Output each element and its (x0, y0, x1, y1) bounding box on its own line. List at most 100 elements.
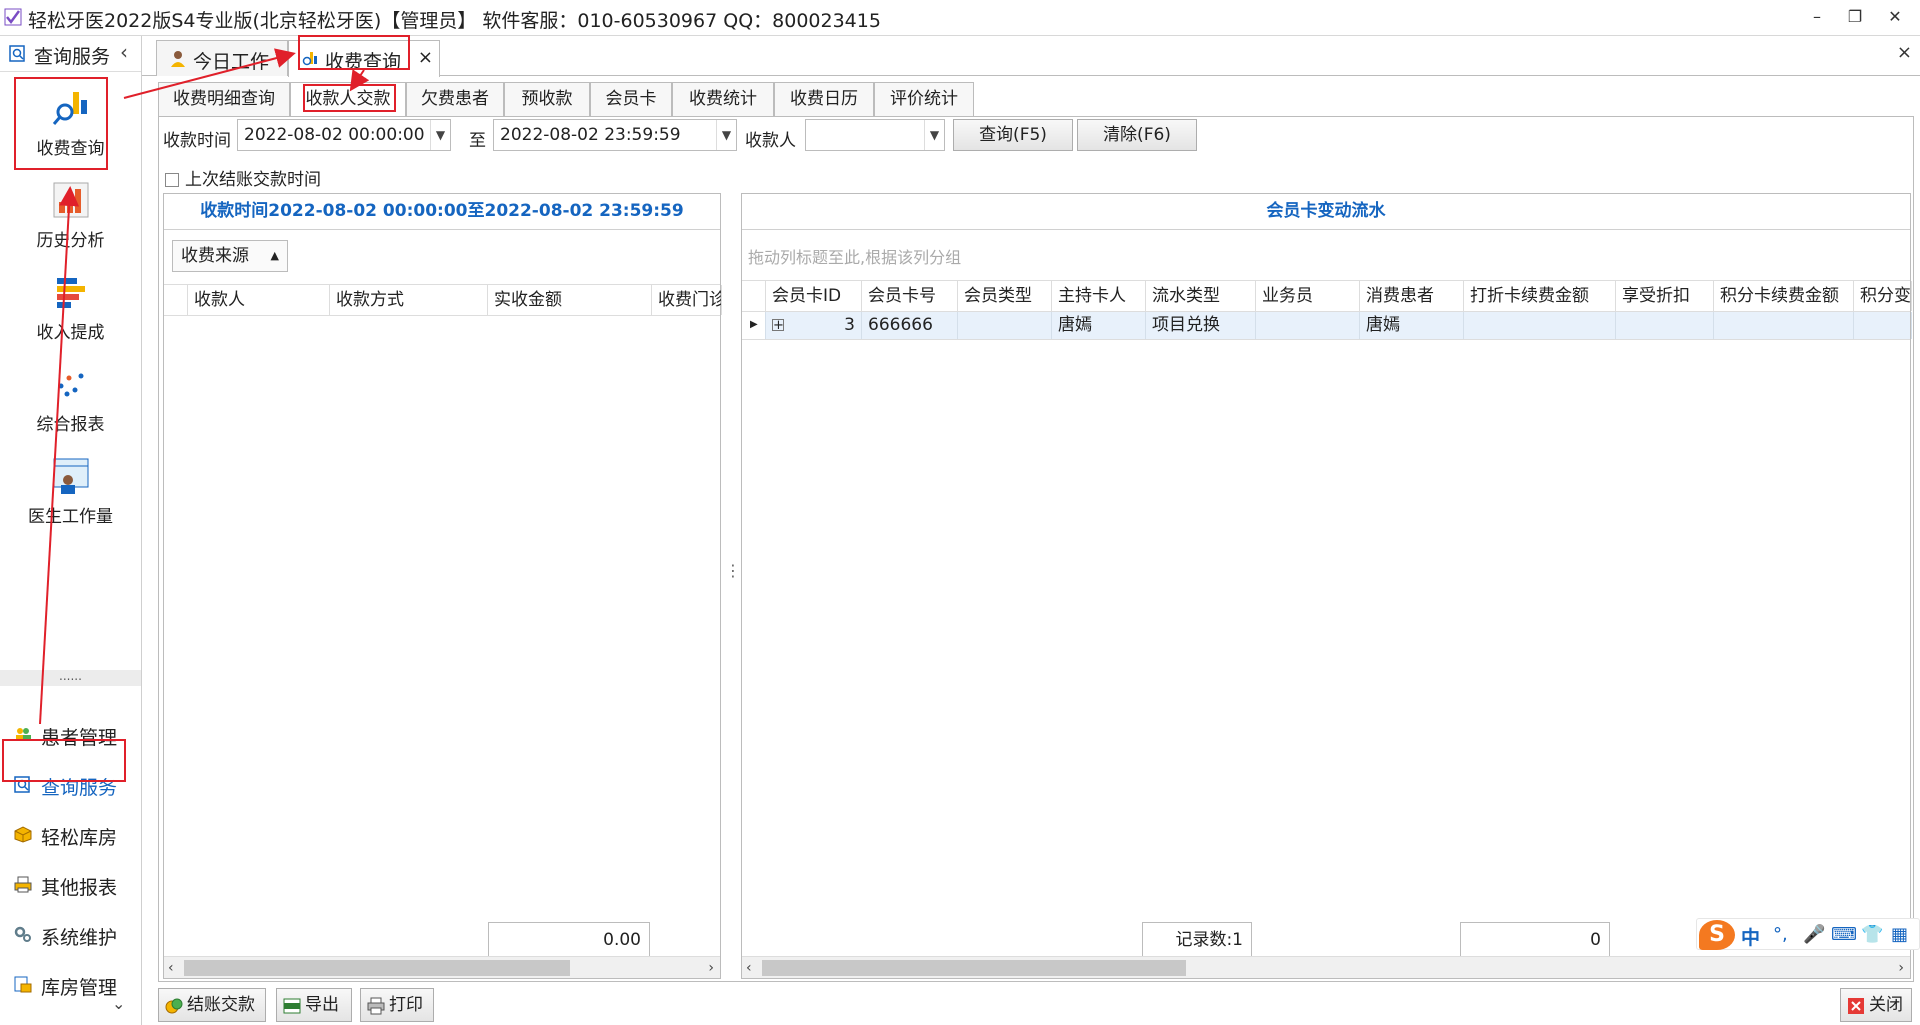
scroll-right-icon[interactable]: › (708, 957, 714, 979)
print-button[interactable]: 打印 (360, 988, 434, 1022)
column-header[interactable]: 收款人 (188, 285, 330, 315)
group-by-fee-source-button[interactable]: 收费来源 ▲ (172, 240, 288, 272)
coins-icon (165, 998, 183, 1014)
nav-item-easy-warehouse[interactable]: 轻松库房 (0, 812, 141, 858)
table-cell: 项目兑换 (1146, 312, 1256, 339)
nav-item-patient-management[interactable]: 患者管理 (0, 712, 141, 758)
tab-fee-query[interactable]: 收费查询 × (288, 40, 440, 77)
nav-item-label: 其他报表 (41, 877, 118, 899)
tab-label: 收费查询 (325, 51, 402, 73)
tab-label: 今日工作 (193, 51, 270, 73)
ime-toolbar[interactable]: S 中 °, 🎤 ⌨ 👕 ▦ (1696, 918, 1920, 950)
column-header[interactable]: 积分变化 (1854, 281, 1912, 311)
sidebar-item-label: 综合报表 (36, 415, 105, 435)
sidebar-item-income-commission[interactable]: 收入提成 (0, 272, 141, 362)
column-header[interactable]: 积分卡续费金额 (1714, 281, 1854, 311)
print-label: 打印 (389, 995, 423, 1015)
toolbox-grid-icon[interactable]: ▦ (1891, 924, 1908, 945)
close-window-button[interactable]: ✕ (1878, 4, 1912, 30)
table-cell (1464, 312, 1616, 339)
sidebar-item-doctor-workload[interactable]: 医生工作量 (0, 456, 141, 546)
subtab-evaluation-statistics[interactable]: 评价统计 (874, 82, 974, 117)
chevron-down-icon[interactable]: ⌄ (112, 994, 125, 1013)
last-checkout-checkbox[interactable]: 上次结账交款时间 (165, 165, 321, 190)
scrollbar-thumb[interactable] (184, 960, 570, 976)
clear-button[interactable]: 清除(F6) (1077, 119, 1197, 151)
subtab-fee-detail[interactable]: 收费明细查询 (158, 82, 290, 117)
content-panel: 收款时间 2022-08-02 00:00:00 ▼ 至 2022-08-02 … (158, 116, 1914, 982)
nav-item-label: 轻松库房 (41, 827, 118, 849)
close-label: 关闭 (1869, 995, 1903, 1015)
checkbox-box[interactable] (165, 173, 179, 187)
scrollbar-thumb[interactable] (762, 960, 1186, 976)
column-header[interactable]: 收款方式 (330, 285, 488, 315)
microphone-icon[interactable]: 🎤 (1803, 924, 1825, 945)
stacked-bars-icon (56, 278, 85, 308)
subtab-payee-handover[interactable]: 收款人交款 (290, 82, 406, 117)
nav-item-system-maintenance[interactable]: 系统维护 (0, 912, 141, 958)
column-header[interactable]: 主持卡人 (1052, 281, 1146, 311)
scroll-left-icon[interactable]: ‹ (746, 957, 752, 979)
subtab-member-card[interactable]: 会员卡 (590, 82, 672, 117)
column-header[interactable]: 会员类型 (958, 281, 1052, 311)
chevron-down-icon[interactable]: ▼ (924, 120, 944, 150)
punctuation-icon[interactable]: °, (1773, 924, 1788, 945)
column-header[interactable]: 收费门诊 (652, 285, 722, 315)
sidebar-item-history-analysis[interactable]: 历史分析 (0, 180, 141, 270)
column-header[interactable]: 享受折扣 (1616, 281, 1714, 311)
close-tab-icon[interactable]: × (418, 47, 433, 68)
close-all-tabs-icon[interactable]: × (1897, 42, 1912, 63)
to-datetime-value: 2022-08-02 23:59:59 (500, 125, 681, 145)
export-button[interactable]: 导出 (276, 988, 352, 1022)
column-header[interactable]: 实收金额 (488, 285, 652, 315)
restore-button[interactable]: ❐ (1838, 4, 1872, 30)
table-cell (1854, 312, 1912, 339)
scroll-left-icon[interactable]: ‹ (168, 957, 174, 979)
column-header[interactable]: 消费患者 (1360, 281, 1464, 311)
close-button[interactable]: 关闭 (1840, 988, 1912, 1022)
tab-today-work[interactable]: 今日工作 (156, 40, 288, 76)
panel-splitter[interactable]: ⋮ (725, 563, 741, 579)
chevron-down-icon[interactable]: ▼ (430, 120, 450, 150)
table-row[interactable]: ▶ +3 666666 唐嫣 项目兑换 唐嫣 (742, 312, 1912, 340)
sidebar-item-comprehensive-report[interactable]: 综合报表 (0, 364, 141, 454)
skin-shirt-icon[interactable]: 👕 (1861, 924, 1883, 945)
right-horizontal-scrollbar[interactable]: ‹ › (742, 956, 1910, 978)
chevron-down-icon[interactable]: ▼ (716, 120, 736, 150)
left-horizontal-scrollbar[interactable]: ‹ › (164, 956, 720, 978)
subtab-prepayment[interactable]: 预收款 (504, 82, 590, 117)
ime-language-indicator[interactable]: 中 (1741, 923, 1760, 950)
nav-item-query-service[interactable]: 查询服务 (0, 762, 141, 808)
sidebar-splitter[interactable]: ...... (0, 670, 141, 686)
search-doc-icon (9, 45, 25, 62)
scroll-right-icon[interactable]: › (1898, 957, 1904, 979)
nav-item-label: 查询服务 (41, 777, 118, 799)
sidebar-item-label: 收入提成 (36, 323, 105, 343)
to-datetime-input[interactable]: 2022-08-02 23:59:59 ▼ (493, 119, 737, 151)
document-tabs: 今日工作 收费查询 × × (142, 36, 1920, 77)
column-header[interactable]: 会员卡号 (862, 281, 958, 311)
expand-row-icon[interactable]: + (772, 319, 784, 332)
payee-select[interactable]: ▼ (805, 119, 945, 151)
warehouse-doc-icon (14, 976, 32, 993)
column-header[interactable]: 业务员 (1256, 281, 1360, 311)
column-header[interactable]: 流水类型 (1146, 281, 1256, 311)
row-indicator-header (164, 285, 188, 315)
column-header[interactable]: 会员卡ID (766, 281, 862, 311)
subtab-fee-calendar[interactable]: 收费日历 (774, 82, 874, 117)
minimize-button[interactable]: – (1800, 4, 1834, 30)
sogou-logo-icon[interactable]: S (1699, 920, 1735, 950)
nav-item-other-reports[interactable]: 其他报表 (0, 862, 141, 908)
sidebar-item-label: 历史分析 (36, 231, 105, 251)
from-datetime-input[interactable]: 2022-08-02 00:00:00 ▼ (237, 119, 451, 151)
collapse-sidebar-button[interactable]: ‹ (120, 40, 128, 64)
subtab-arrears-patients[interactable]: 欠费患者 (406, 82, 504, 117)
member-card-flow-panel: 会员卡变动流水 拖动列标题至此,根据该列分组 会员卡ID 会员卡号 会员类型 主… (741, 193, 1912, 979)
keyboard-icon[interactable]: ⌨ (1831, 924, 1857, 945)
subtab-fee-statistics[interactable]: 收费统计 (672, 82, 774, 117)
column-header[interactable]: 打折卡续费金额 (1464, 281, 1616, 311)
sidebar-item-fee-query[interactable]: 收费查询 (0, 88, 141, 178)
group-panel-hint[interactable]: 拖动列标题至此,根据该列分组 (748, 244, 961, 268)
checkout-button[interactable]: 结账交款 (158, 988, 266, 1022)
query-button[interactable]: 查询(F5) (953, 119, 1073, 151)
